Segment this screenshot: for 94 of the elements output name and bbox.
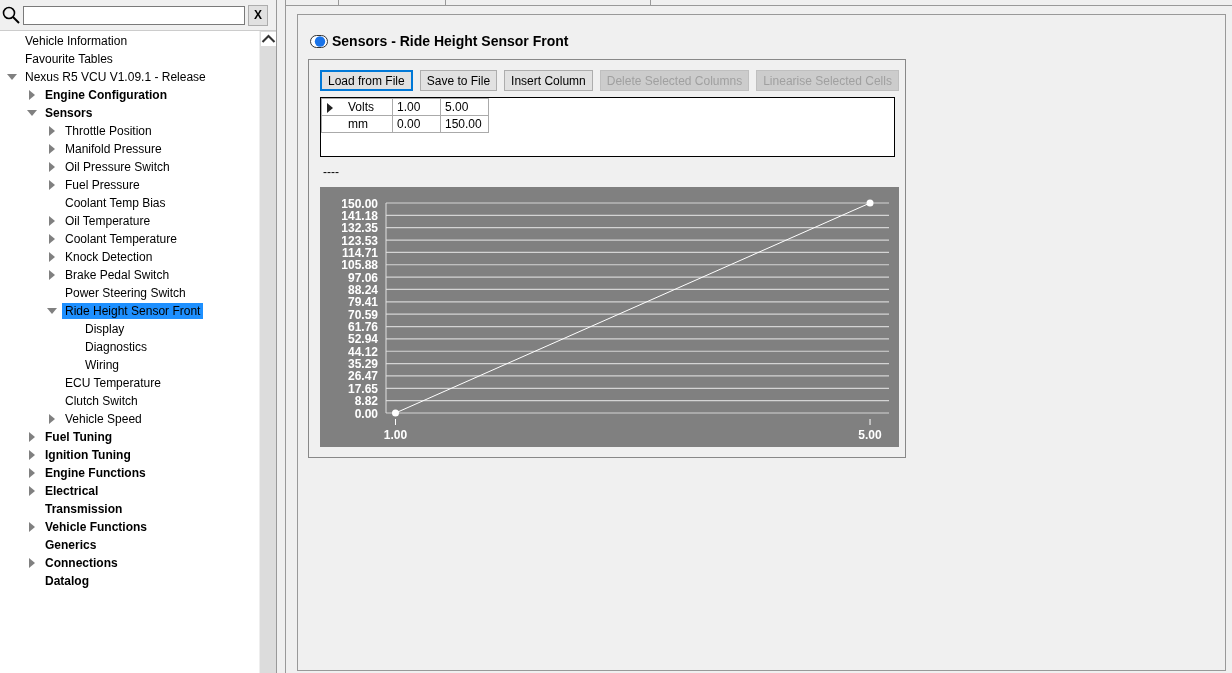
- tree-item[interactable]: Engine Configuration: [42, 87, 170, 103]
- search-field[interactable]: [23, 5, 245, 25]
- y-tick-label: 52.94: [347, 332, 378, 347]
- expander-icon[interactable]: [47, 252, 57, 262]
- tree-item[interactable]: Nexus R5 VCU V1.09.1 - Release: [22, 69, 209, 85]
- tree-item[interactable]: Ride Height Sensor Front: [62, 303, 204, 319]
- table-cell[interactable]: 1.00: [392, 98, 441, 116]
- expander-icon[interactable]: [27, 522, 37, 532]
- toolbar-button[interactable]: Load from File: [320, 70, 413, 91]
- tree-item[interactable]: Ignition Tuning: [42, 447, 134, 463]
- toggle-icon: [310, 34, 328, 48]
- tree-item[interactable]: Datalog: [42, 573, 92, 589]
- expander-icon[interactable]: [27, 486, 37, 496]
- expander-icon[interactable]: [27, 90, 37, 100]
- status-text: ----: [322, 165, 340, 179]
- y-tick-label: 132.35: [341, 221, 378, 236]
- scroll-up-icon[interactable]: [260, 32, 276, 46]
- y-tick-label: 26.47: [347, 369, 378, 384]
- row-label: mm: [348, 117, 368, 131]
- search-icon: [2, 6, 20, 24]
- tree-item[interactable]: Oil Temperature: [62, 213, 154, 229]
- tree-item[interactable]: Manifold Pressure: [62, 141, 165, 157]
- expander-icon[interactable]: [47, 306, 57, 316]
- x-tick: [869, 418, 871, 426]
- y-tick-label: 35.29: [347, 357, 378, 372]
- y-tick-label: 105.88: [341, 258, 378, 273]
- table-cell[interactable]: 5.00: [440, 98, 489, 116]
- clear-search-button[interactable]: X: [248, 4, 268, 26]
- expander-icon[interactable]: [47, 234, 57, 244]
- toolbar-button[interactable]: Insert Column: [504, 70, 593, 91]
- current-row-icon: [327, 103, 333, 113]
- tree-item[interactable]: Clutch Switch: [62, 393, 141, 409]
- x-tick-label: 1.00: [383, 428, 408, 442]
- data-point[interactable]: [866, 199, 874, 207]
- y-tick-label: 141.18: [341, 208, 378, 223]
- expander-icon[interactable]: [27, 468, 37, 478]
- expander-icon[interactable]: [27, 432, 37, 442]
- x-tick-label: 5.00: [858, 428, 882, 442]
- expander-icon[interactable]: [27, 450, 37, 460]
- y-tick-label: 114.71: [341, 245, 378, 260]
- tree-item[interactable]: Oil Pressure Switch: [62, 159, 173, 175]
- row-header[interactable]: mm: [321, 115, 393, 133]
- tree-item[interactable]: Connections: [42, 555, 121, 571]
- y-tick-label: 44.12: [347, 344, 378, 359]
- tree-item[interactable]: Knock Detection: [62, 249, 156, 265]
- tree-item[interactable]: Brake Pedal Switch: [62, 267, 173, 283]
- tree-item[interactable]: Diagnostics: [82, 339, 151, 355]
- y-tick-label: 123.53: [341, 233, 378, 248]
- expander-icon[interactable]: [27, 108, 37, 118]
- tree-item[interactable]: Favourite Tables: [22, 51, 116, 67]
- expander-icon[interactable]: [47, 126, 57, 136]
- expander-icon[interactable]: [47, 414, 57, 424]
- y-tick-label: 88.24: [347, 282, 378, 297]
- row-header[interactable]: Volts: [321, 98, 393, 116]
- tree-item[interactable]: Fuel Tuning: [42, 429, 116, 445]
- tree-item[interactable]: Wiring: [82, 357, 122, 373]
- tree-item[interactable]: Engine Functions: [42, 465, 149, 481]
- tree-item[interactable]: Transmission: [42, 501, 126, 517]
- scrollbar[interactable]: [259, 31, 276, 673]
- tree-item[interactable]: Power Steering Switch: [62, 285, 189, 301]
- tree-item[interactable]: Vehicle Functions: [42, 519, 151, 535]
- y-tick-label: 0.00: [354, 406, 378, 421]
- tree-item[interactable]: ECU Temperature: [62, 375, 164, 391]
- tree-item[interactable]: Coolant Temp Bias: [62, 195, 169, 211]
- tree-item[interactable]: Sensors: [42, 105, 96, 121]
- expander-icon[interactable]: [27, 558, 37, 568]
- tree-item[interactable]: Fuel Pressure: [62, 177, 143, 193]
- row-label: Volts: [348, 100, 374, 114]
- expander-icon[interactable]: [47, 180, 57, 190]
- x-tick: [395, 418, 396, 426]
- expander-icon[interactable]: [7, 72, 17, 82]
- tree-item[interactable]: Generics: [42, 537, 100, 553]
- y-tick-label: 8.82: [354, 394, 378, 409]
- y-tick-label: 61.76: [347, 320, 378, 335]
- y-tick-label: 70.59: [347, 307, 378, 322]
- table-cell[interactable]: 150.00: [440, 115, 489, 133]
- data-point[interactable]: [392, 409, 399, 417]
- panel-title: Sensors - Ride Height Sensor Front: [332, 33, 569, 49]
- y-tick-label: 97.06: [347, 270, 378, 285]
- y-tick-label: 79.41: [347, 295, 378, 310]
- expander-icon[interactable]: [47, 270, 57, 280]
- tree-item[interactable]: Electrical: [42, 483, 102, 499]
- tree-item[interactable]: Display: [82, 321, 128, 337]
- expander-icon[interactable]: [47, 162, 57, 172]
- y-tick-label: 17.65: [347, 381, 378, 396]
- expander-icon[interactable]: [47, 216, 57, 226]
- y-tick-label: 150.00: [341, 196, 378, 211]
- expander-icon[interactable]: [47, 144, 57, 154]
- table-cell[interactable]: 0.00: [392, 115, 441, 133]
- tree-item[interactable]: Vehicle Speed: [62, 411, 145, 427]
- tree-item[interactable]: Vehicle Information: [22, 33, 131, 49]
- tree-item[interactable]: Throttle Position: [62, 123, 155, 139]
- tree-item[interactable]: Coolant Temperature: [62, 231, 180, 247]
- toolbar-button[interactable]: Save to File: [419, 70, 498, 91]
